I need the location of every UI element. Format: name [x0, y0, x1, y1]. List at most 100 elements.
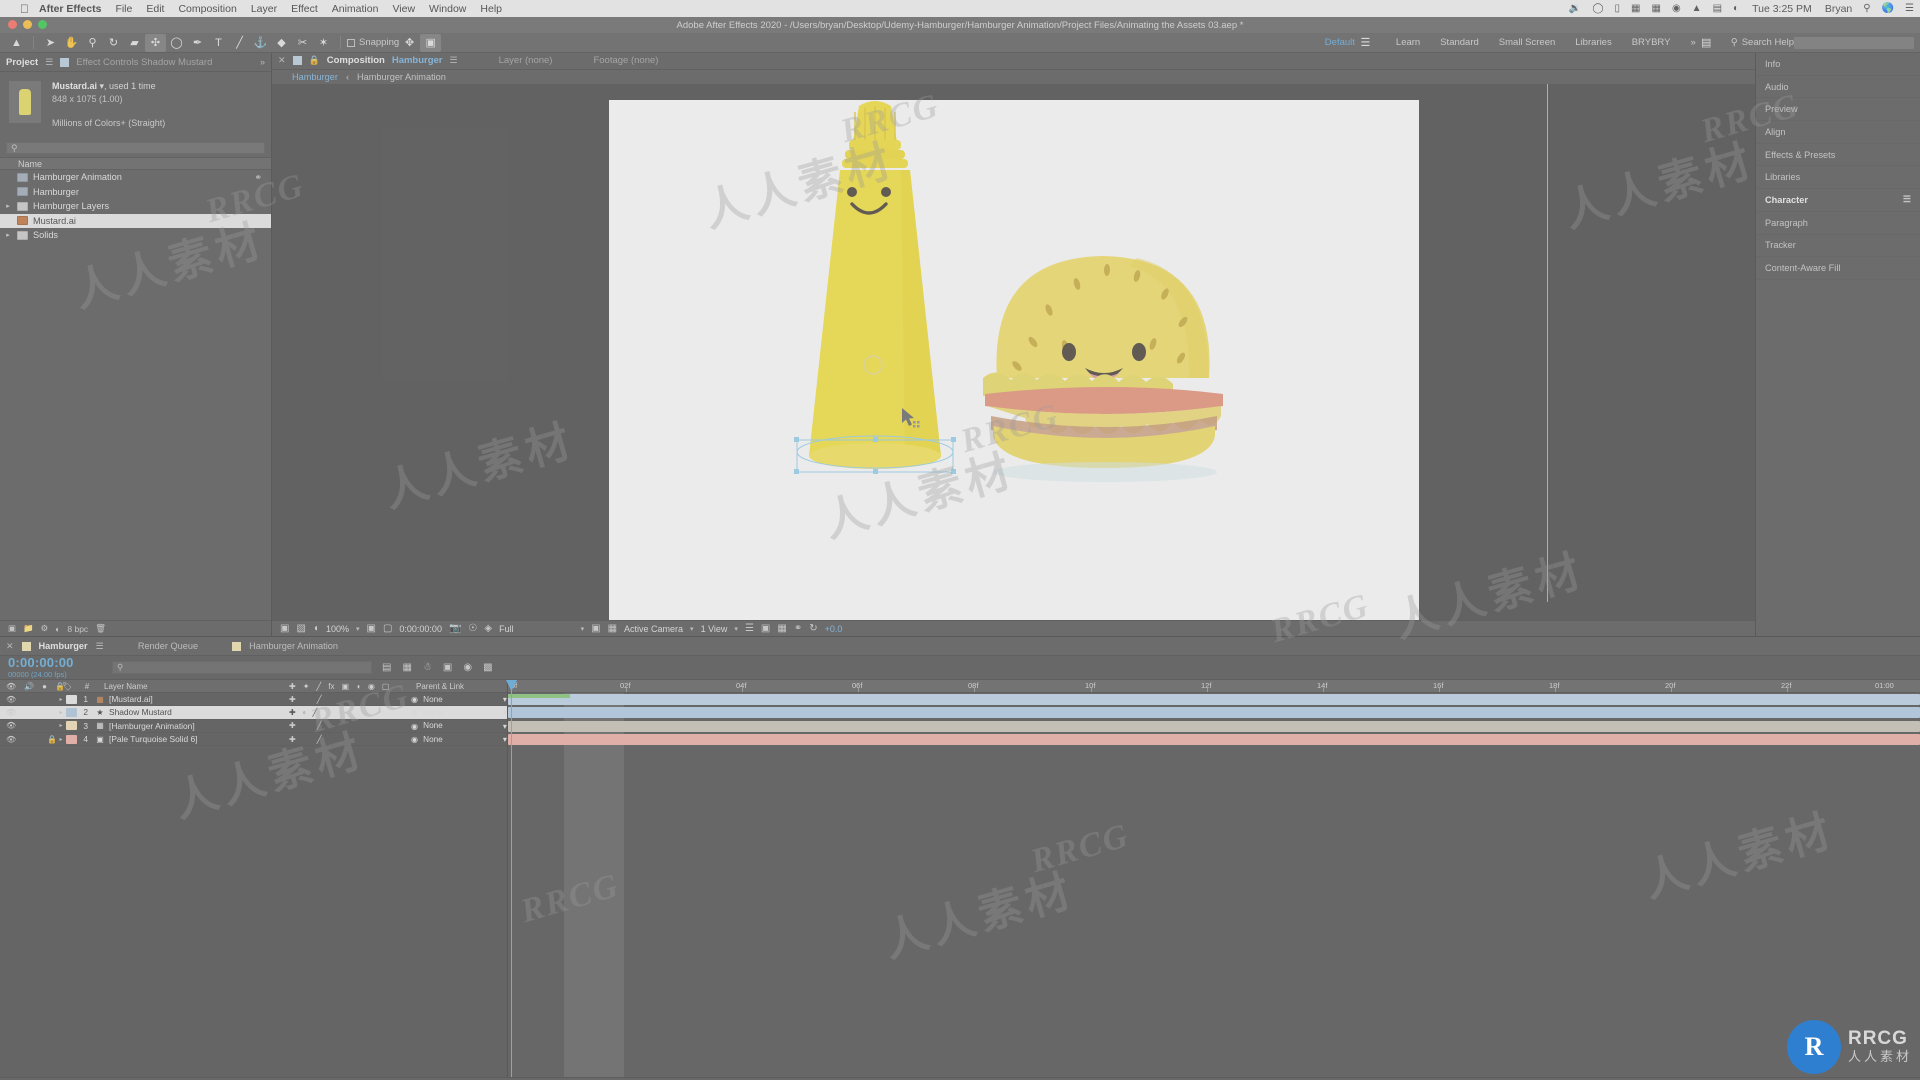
- region-of-interest-icon[interactable]: ▣: [367, 623, 376, 634]
- home-icon[interactable]: ▲: [6, 34, 27, 52]
- expand-arrow[interactable]: ▸: [56, 709, 66, 716]
- chevron-down-icon[interactable]: ▾: [503, 721, 507, 731]
- camera-tool[interactable]: ▰: [124, 34, 145, 52]
- project-item-mustard-ai[interactable]: Mustard.ai: [0, 213, 271, 228]
- row-switches[interactable]: ✚ ╱: [289, 695, 411, 704]
- collapse-icon[interactable]: ◦: [303, 708, 306, 717]
- new-folder-icon[interactable]: 📁: [23, 623, 34, 634]
- sidebar-item-audio[interactable]: Audio: [1756, 76, 1920, 99]
- os-menu-view[interactable]: View: [392, 3, 415, 15]
- transparency-grid-icon[interactable]: ▢: [383, 623, 392, 634]
- quality-icon[interactable]: ╱: [317, 695, 322, 704]
- parent-cell[interactable]: ◉ None ▾: [411, 734, 507, 745]
- timeline-ruler[interactable]: 0f 02f 04f 06f 08f 10f 12f 14f 16f 18f 2…: [508, 680, 1920, 693]
- row-switches[interactable]: ✚ ╱: [289, 735, 411, 744]
- comp-name[interactable]: Hamburger: [392, 55, 443, 66]
- quality-icon[interactable]: ╱: [317, 735, 322, 744]
- chevron-down-icon-3[interactable]: ▾: [690, 625, 694, 633]
- brush-tool[interactable]: ╱: [229, 34, 250, 52]
- always-preview-icon[interactable]: ▣: [280, 623, 289, 634]
- parent-cell[interactable]: ◉ None ▾: [411, 707, 507, 718]
- workspace-default[interactable]: Default: [1325, 37, 1355, 48]
- project-item-hamburger-layers[interactable]: ▸ Hamburger Layers: [0, 199, 271, 214]
- tab-project[interactable]: Project: [6, 57, 38, 68]
- snapshot-icon[interactable]: 📷: [449, 623, 461, 634]
- layer-bar-track-1[interactable]: [508, 693, 1920, 706]
- label-color-swatch[interactable]: [66, 721, 77, 731]
- row-toggles[interactable]: 👁 🔒: [0, 735, 57, 744]
- align-icon[interactable]: ▣: [420, 33, 442, 52]
- shy-icon[interactable]: ✚: [289, 695, 296, 704]
- eraser-tool[interactable]: ◆: [271, 34, 292, 52]
- workspace-brybry[interactable]: BRYBRY: [1632, 37, 1671, 48]
- project-item-hamburger-animation[interactable]: Hamburger Animation ⚭: [0, 170, 271, 185]
- table-row[interactable]: 👁 ▸ 2 ★ Shadow Mustard ✚ ◦ ╱ ◉ None ▾: [0, 706, 507, 720]
- show-snapshot-icon[interactable]: ☉: [468, 623, 477, 634]
- sidebar-item-effects-presets[interactable]: Effects & Presets: [1756, 144, 1920, 167]
- tab-hamburger-animation[interactable]: Hamburger Animation: [249, 641, 338, 651]
- roto-brush-tool[interactable]: ✂: [292, 34, 313, 52]
- shape-tool[interactable]: ◯: [166, 34, 187, 52]
- row-toggles[interactable]: 👁: [0, 721, 56, 730]
- sidebar-item-content-aware-fill[interactable]: Content-Aware Fill: [1756, 257, 1920, 280]
- label-color-swatch[interactable]: [66, 694, 77, 704]
- eye-icon[interactable]: 👁: [6, 721, 16, 730]
- shy-icon[interactable]: ✚: [289, 721, 296, 730]
- type-tool[interactable]: T: [208, 34, 229, 52]
- sidebar-item-tracker[interactable]: Tracker: [1756, 235, 1920, 258]
- draft-3d-icon[interactable]: ▦: [402, 662, 411, 673]
- tab-hamburger[interactable]: Hamburger: [39, 641, 88, 651]
- layer-name[interactable]: [Mustard.ai]: [107, 694, 289, 704]
- pen-tool[interactable]: ✒: [187, 34, 208, 52]
- control-center-icon[interactable]: ☰: [1905, 3, 1914, 14]
- exposure-value[interactable]: +0.0: [825, 624, 843, 634]
- sidebar-item-paragraph[interactable]: Paragraph: [1756, 212, 1920, 235]
- timeline-search-input[interactable]: ⚲: [112, 661, 372, 674]
- os-menu-file[interactable]: File: [115, 3, 132, 15]
- table-row[interactable]: 👁 ▸ 1 ▦ [Mustard.ai] ✚ ╱ ◉ None ▾: [0, 693, 507, 707]
- expand-arrow[interactable]: ▸: [4, 202, 12, 210]
- tab-composition[interactable]: Composition: [327, 55, 385, 66]
- channels-icon[interactable]: ◖: [313, 623, 319, 634]
- row-switches[interactable]: ✚ ╱: [289, 721, 411, 730]
- sidebar-item-align[interactable]: Align: [1756, 121, 1920, 144]
- workspace-layout-icon[interactable]: ▤: [1696, 34, 1717, 52]
- column-name[interactable]: Name: [18, 159, 42, 169]
- minimize-window-button[interactable]: [23, 20, 32, 29]
- workspace-small-screen[interactable]: Small Screen: [1499, 37, 1556, 48]
- current-time-display[interactable]: 0:00:00:00 00000 (24.00 fps): [0, 656, 106, 679]
- parent-cell[interactable]: ◉ None ▾: [411, 694, 507, 705]
- zoom-tool[interactable]: ⚲: [82, 34, 103, 52]
- timeline-icon[interactable]: ▣: [761, 623, 770, 634]
- breadcrumb-item-hamburger[interactable]: Hamburger: [292, 72, 338, 82]
- expand-arrow[interactable]: ▸: [4, 231, 12, 239]
- motion-blur-icon[interactable]: ◉: [463, 662, 472, 673]
- eye-icon[interactable]: 👁: [6, 735, 16, 744]
- shy-icon[interactable]: ✚: [289, 708, 296, 717]
- frame-blending-icon[interactable]: ▣: [443, 662, 452, 673]
- project-search-input[interactable]: ⚲: [6, 142, 265, 154]
- chevron-down-icon[interactable]: ▾: [503, 694, 507, 704]
- parent-pickwhip-icon[interactable]: ◉: [411, 707, 418, 717]
- row-toggles[interactable]: 👁: [0, 695, 56, 704]
- project-item-solids[interactable]: ▸ Solids: [0, 228, 271, 243]
- table-row[interactable]: 👁 🔒 ▸ 4 ▣ [Pale Turquoise Solid 6] ✚ ╱ ◉ No…: [0, 733, 507, 747]
- project-settings-icon[interactable]: ⚙: [41, 623, 49, 634]
- tab-effect-controls[interactable]: Effect Controls Shadow Mustard: [76, 57, 212, 68]
- wifi-icon[interactable]: ◐: [1733, 3, 1739, 14]
- lock-icon[interactable]: 🔒: [309, 55, 320, 66]
- chevron-down-icon-4[interactable]: ▾: [734, 625, 738, 633]
- globe-icon[interactable]: 🌎: [1882, 3, 1894, 14]
- shy-icon[interactable]: ✚: [289, 735, 296, 744]
- sidebar-item-info[interactable]: Info: [1756, 53, 1920, 76]
- project-item-hamburger[interactable]: Hamburger: [0, 185, 271, 200]
- magnet-icon[interactable]: ✥: [399, 34, 420, 52]
- viewer-timecode[interactable]: 0:00:00:00: [399, 624, 442, 634]
- chevron-down-icon[interactable]: ▾: [356, 625, 360, 633]
- panel-menu-icon[interactable]: ☰: [450, 55, 458, 66]
- parent-pickwhip-icon[interactable]: ◉: [411, 734, 418, 744]
- panel-menu-icon[interactable]: ☰: [1903, 194, 1911, 205]
- graph-editor-icon[interactable]: ▩: [483, 662, 492, 673]
- parent-pickwhip-icon[interactable]: ◉: [411, 694, 418, 704]
- os-app-name[interactable]: After Effects: [39, 3, 101, 15]
